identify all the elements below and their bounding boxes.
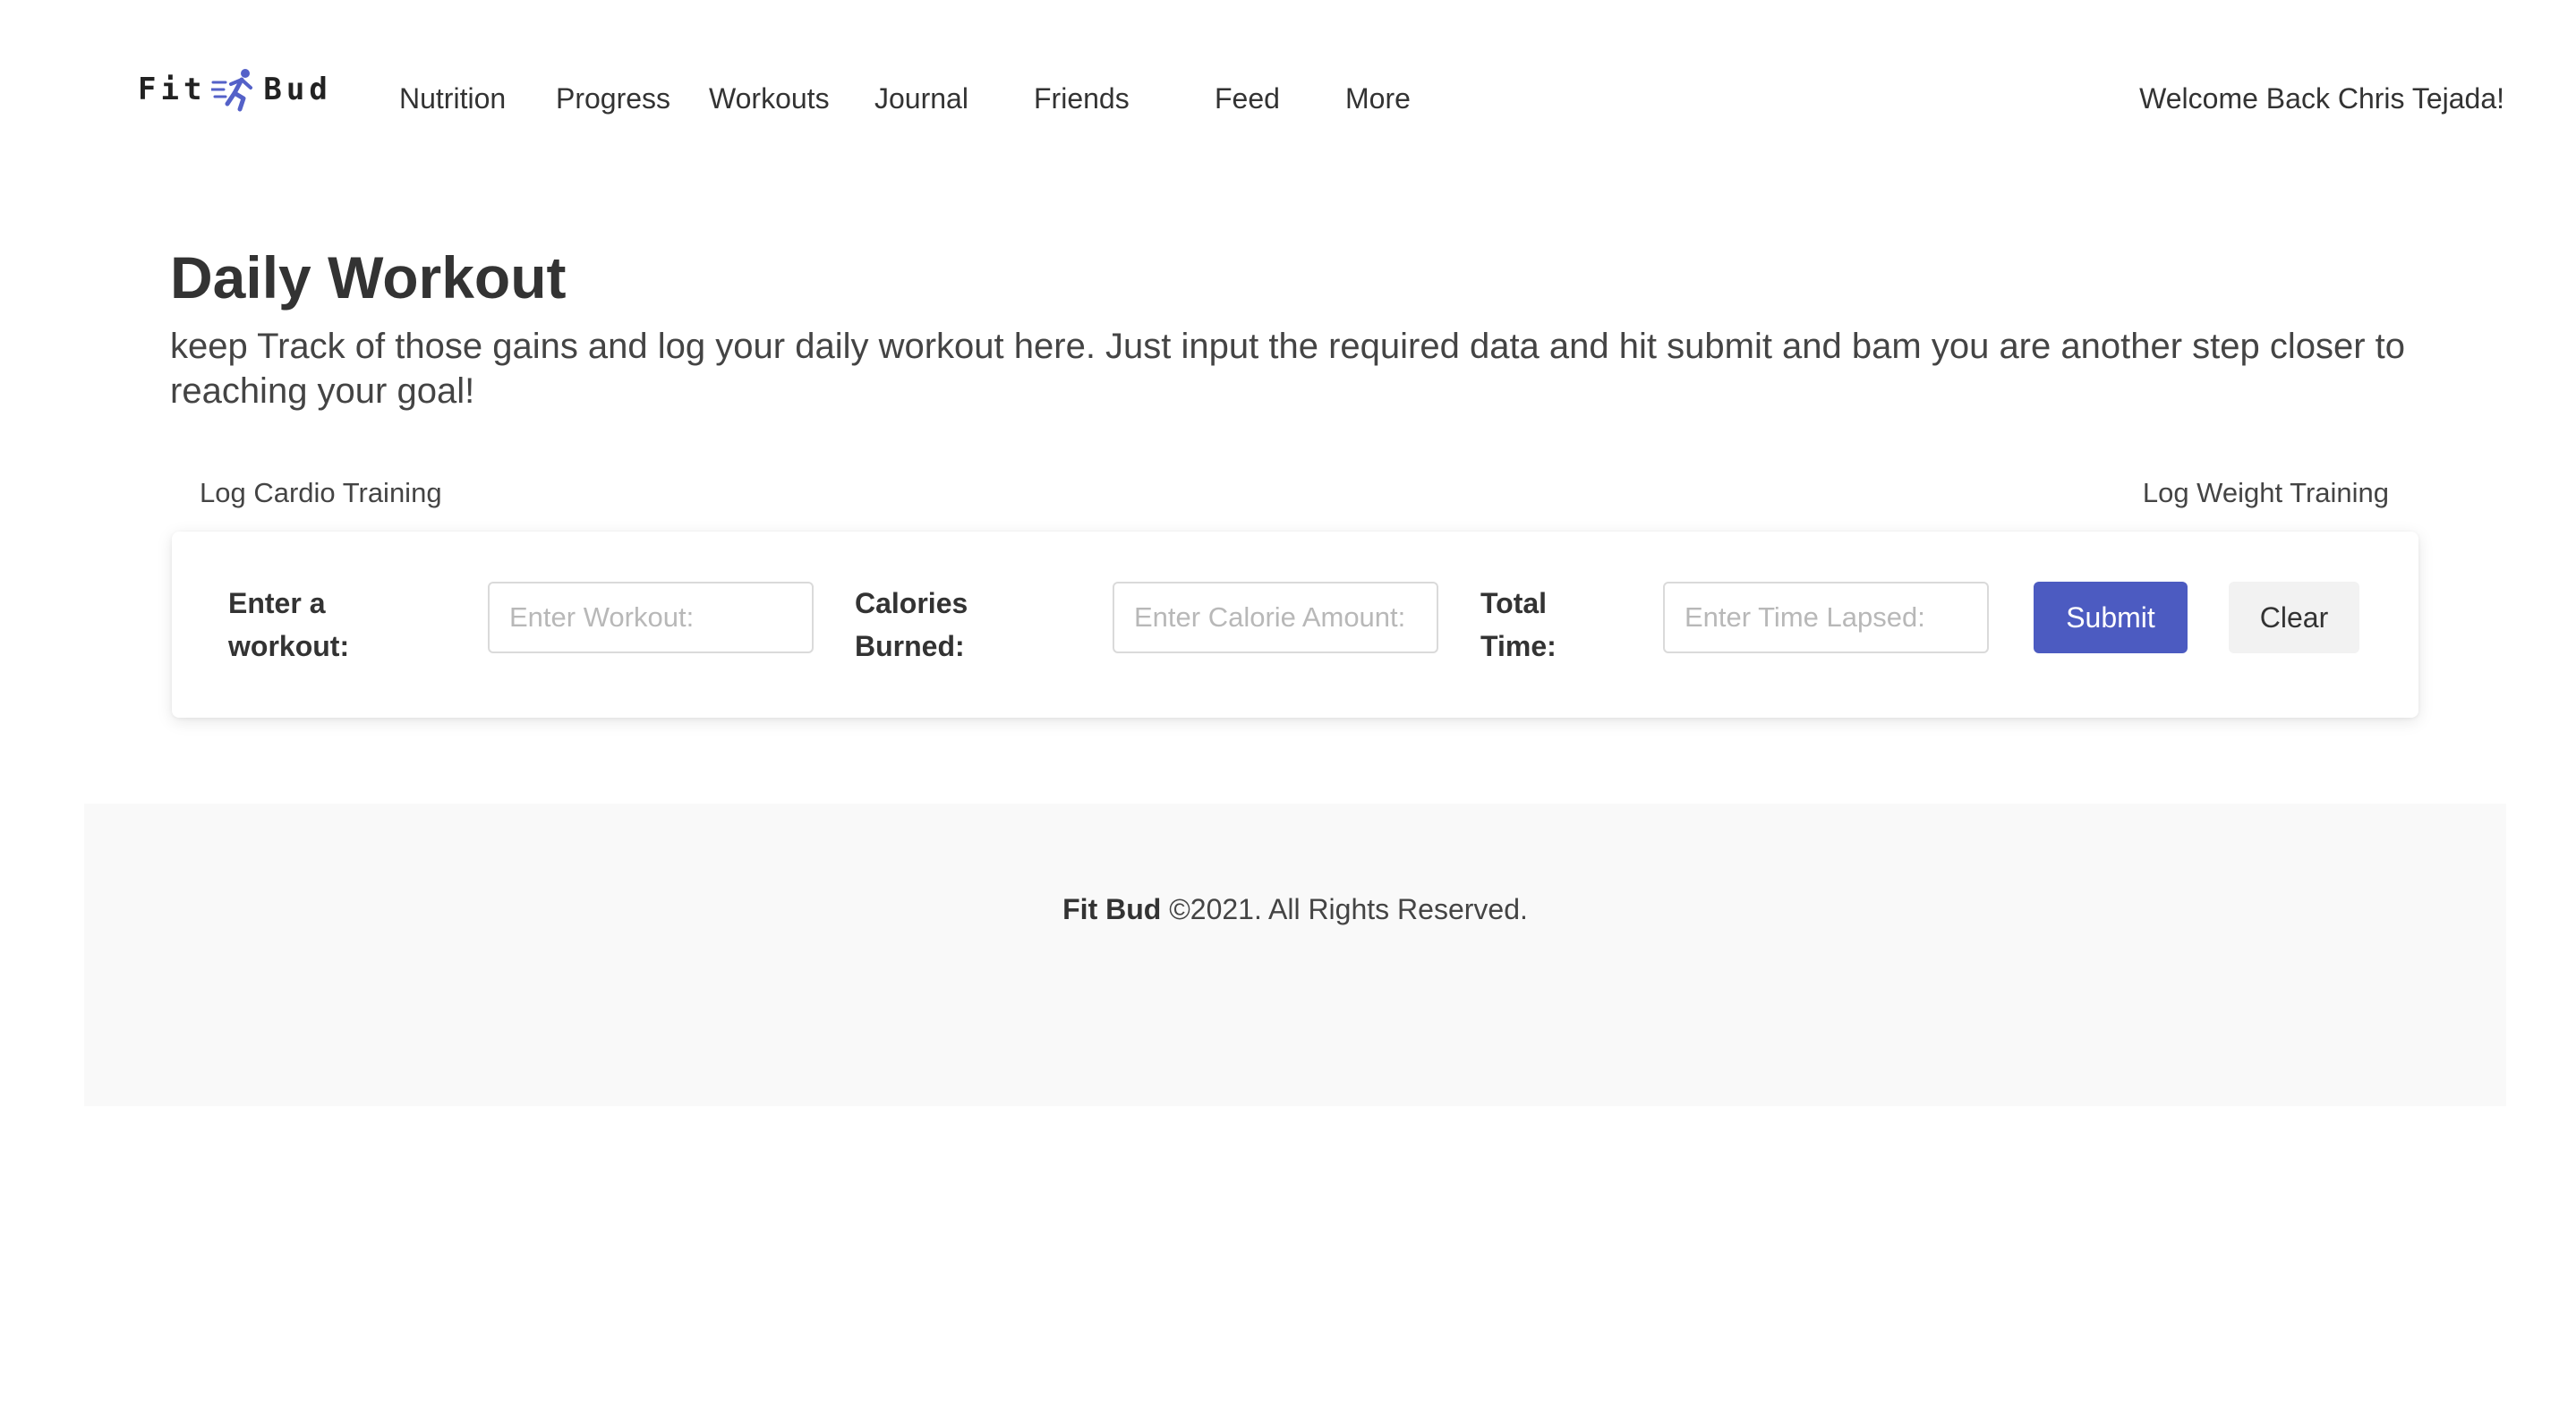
nav-item-workouts[interactable]: Workouts <box>709 82 830 115</box>
nav-item-progress[interactable]: Progress <box>556 82 670 115</box>
page-footer: Fit Bud ©2021. All Rights Reserved. <box>84 804 2506 1106</box>
clear-button[interactable]: Clear <box>2229 582 2359 653</box>
nav-item-more[interactable]: More <box>1345 82 1411 115</box>
welcome-message: Welcome Back Chris Tejada! <box>2139 82 2504 115</box>
footer-copyright-text: ©2021. All Rights Reserved. <box>1161 893 1528 925</box>
top-navbar: Fit Bud Nutrition Progress Workouts Jour… <box>0 0 2576 179</box>
tab-log-weight-training[interactable]: Log Weight Training <box>2143 477 2389 509</box>
time-input[interactable] <box>1663 582 1989 653</box>
workout-label: Enter a workout: <box>228 587 350 662</box>
footer-brand: Fit Bud <box>1062 893 1162 925</box>
nav-item-journal[interactable]: Journal <box>874 82 968 115</box>
copyright-notice: Fit Bud ©2021. All Rights Reserved. <box>84 893 2506 926</box>
nav-item-friends[interactable]: Friends <box>1034 82 1130 115</box>
workout-input[interactable] <box>488 582 814 653</box>
workout-form-card: Enter a workout: Calories Burned: Total … <box>172 532 2418 718</box>
tab-log-cardio-training[interactable]: Log Cardio Training <box>200 477 442 509</box>
nav-item-nutrition[interactable]: Nutrition <box>399 82 506 115</box>
logo-text-right: Bud <box>263 72 332 107</box>
total-time-label: Total Time: <box>1480 587 1557 662</box>
running-person-icon <box>211 69 253 112</box>
calories-burned-label: Calories Burned: <box>855 587 968 662</box>
page-subtitle: keep Track of those gains and log your d… <box>170 327 2406 411</box>
calories-input[interactable] <box>1113 582 1438 653</box>
nav-item-feed[interactable]: Feed <box>1215 82 1280 115</box>
fitbud-logo[interactable]: Fit Bud <box>138 63 332 116</box>
submit-button[interactable]: Submit <box>2034 582 2188 653</box>
page-title: Daily Workout <box>170 244 567 311</box>
logo-text-left: Fit <box>138 72 207 107</box>
